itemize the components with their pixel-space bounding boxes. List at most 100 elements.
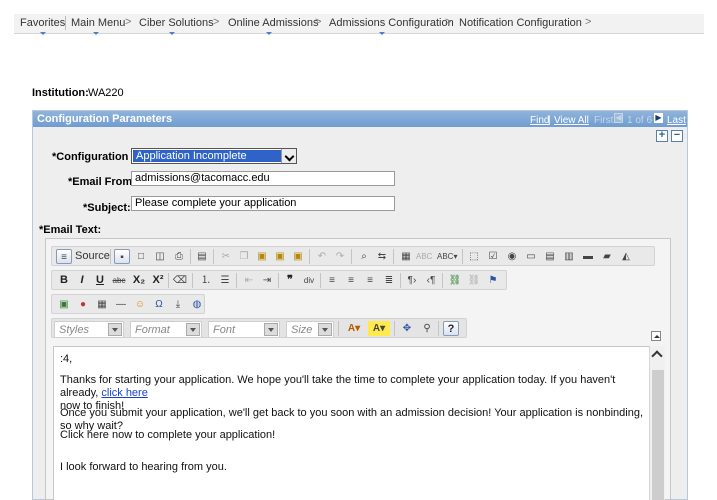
toolbar-divider (309, 249, 310, 264)
subscript-button[interactable]: X₂ (131, 273, 147, 288)
scroll-thumb[interactable] (652, 370, 664, 500)
first-link: First (594, 115, 614, 126)
flash-icon[interactable]: ● (75, 297, 91, 312)
align-right-icon[interactable]: ≡ (362, 273, 378, 288)
indent-icon[interactable]: ⇥ (259, 273, 275, 288)
div-container-icon[interactable]: div (301, 273, 317, 288)
spellcheck-icon[interactable]: ABC▾ (437, 249, 457, 264)
chevron-down-icon[interactable] (318, 323, 332, 336)
source-button[interactable]: Source (75, 250, 110, 262)
maximize-icon[interactable]: ✥ (399, 321, 415, 336)
help-button[interactable]: ? (443, 321, 459, 336)
chevron-down-icon[interactable] (264, 323, 278, 336)
paste-word-icon[interactable]: ▣ (290, 249, 306, 264)
click-here-link[interactable]: click here (101, 387, 147, 399)
templates-icon[interactable]: ▤ (194, 249, 210, 264)
strikethrough-button[interactable]: abc (111, 273, 127, 288)
justify-icon[interactable]: ≣ (381, 273, 397, 288)
cut-icon: ✂ (221, 251, 231, 262)
collapse-toolbar-icon[interactable] (651, 331, 661, 341)
nav-favorites[interactable]: Favorites (20, 17, 65, 35)
bulleted-list-icon[interactable]: ☰ (217, 273, 233, 288)
bold-button[interactable]: B (56, 273, 72, 288)
iframe-icon[interactable]: ◍ (189, 297, 205, 312)
nav-main-menu[interactable]: Main Menu (71, 17, 125, 35)
horizontal-line-icon[interactable]: — (113, 297, 129, 312)
breadcrumb-separator: > (445, 16, 452, 28)
chevron-down-icon[interactable] (186, 323, 200, 336)
form-icon[interactable]: ⬚ (466, 249, 482, 264)
panel-header: Configuration Parameters Find | View All… (33, 111, 687, 127)
font-dropdown[interactable]: Font (208, 321, 280, 338)
format-dropdown[interactable]: Format (130, 321, 202, 338)
background-color-icon[interactable]: A▾ (368, 321, 390, 336)
scroll-up-icon[interactable] (651, 350, 663, 362)
subject-field[interactable]: Please complete your application (131, 196, 395, 211)
font-label: Font (213, 324, 236, 336)
add-row-button[interactable]: + (656, 130, 668, 142)
radio-icon[interactable]: ◉ (504, 249, 520, 264)
italic-button[interactable]: I (74, 273, 90, 288)
align-center-icon[interactable]: ≡ (343, 273, 359, 288)
textarea-icon[interactable]: ▤ (542, 249, 558, 264)
image-icon[interactable]: ▣ (56, 297, 72, 312)
last-link[interactable]: Last (667, 115, 686, 126)
image-button-icon[interactable]: ▰ (599, 249, 615, 264)
select-field-icon[interactable]: ▥ (561, 249, 577, 264)
special-char-button[interactable]: Ω (151, 297, 167, 312)
nav-notification-configuration[interactable]: Notification Configuration (459, 17, 582, 29)
ltr-icon[interactable]: ¶› (404, 273, 420, 288)
nav-admissions-configuration[interactable]: Admissions Configuration (329, 17, 454, 35)
link-icon[interactable]: ⛓ (447, 273, 463, 288)
blockquote-icon[interactable]: ❞ (282, 273, 298, 288)
editor-scrollbar[interactable] (649, 346, 665, 500)
email-from-field[interactable]: admissions@tacomacc.edu (131, 171, 395, 186)
find-icon[interactable]: ⌕ (356, 249, 372, 264)
rtl-icon[interactable]: ‹¶ (423, 273, 439, 288)
save-icon[interactable]: ▪ (114, 249, 130, 264)
preview-icon[interactable]: ◫ (152, 249, 168, 264)
styles-dropdown[interactable]: Styles (54, 321, 124, 338)
source-icon[interactable]: ≡ (56, 249, 72, 264)
smiley-icon[interactable]: ☺ (132, 297, 148, 312)
view-all-link[interactable]: View All (554, 115, 589, 126)
text-color-icon[interactable]: A▾ (343, 321, 365, 336)
textfield-icon[interactable]: ▭ (523, 249, 539, 264)
chevron-down-icon[interactable] (281, 149, 296, 163)
select-all-icon[interactable]: ▦ (398, 249, 414, 264)
underline-button[interactable]: U (92, 273, 108, 288)
delete-row-button[interactable]: − (671, 130, 683, 142)
table-icon[interactable]: ▦ (94, 297, 110, 312)
find-link[interactable]: Find (530, 115, 549, 126)
chevron-down-icon (379, 32, 385, 35)
toolbar-divider (442, 273, 443, 288)
size-dropdown[interactable]: Size (286, 321, 334, 338)
show-blocks-icon[interactable]: ⚲ (419, 321, 435, 336)
paste-text-icon[interactable]: ▣ (272, 249, 288, 264)
next-icon[interactable]: ▶ (654, 113, 663, 123)
configuration-id-select[interactable]: Application Incomplete (131, 148, 297, 164)
toolbar-divider (462, 249, 463, 264)
paste-icon[interactable]: ▣ (254, 249, 270, 264)
align-left-icon[interactable]: ≡ (324, 273, 340, 288)
anchor-flag-icon[interactable]: ⚑ (485, 273, 501, 288)
format-label: Format (135, 324, 170, 336)
superscript-button[interactable]: X² (150, 273, 166, 288)
nav-online-admissions[interactable]: Online Admissions (228, 17, 319, 35)
toolbar-divider (278, 273, 279, 288)
hidden-field-icon[interactable]: ◭ (618, 249, 634, 264)
page-break-icon[interactable]: ⤓ (170, 297, 186, 312)
button-field-icon[interactable]: ▬ (580, 249, 596, 264)
new-page-icon[interactable]: □ (133, 249, 149, 264)
editor-content[interactable]: :4, Thanks for starting your application… (53, 346, 657, 500)
content-line-4: Click here now to complete your applicat… (60, 429, 276, 441)
undo-icon: ↶ (317, 251, 327, 262)
editor-toolbar-row-3: ▣ ● ▦ — ☺ Ω ⤓ ◍ (51, 294, 205, 314)
print-icon[interactable]: ⎙ (171, 249, 187, 264)
replace-icon[interactable]: ⇆ (374, 249, 390, 264)
nav-ciber-solutions[interactable]: Ciber Solutions (139, 17, 214, 35)
checkbox-icon[interactable]: ☑ (485, 249, 501, 264)
numbered-list-icon[interactable]: ⒈ (198, 273, 214, 288)
chevron-down-icon[interactable] (108, 323, 122, 336)
eraser-icon[interactable]: ⌫ (172, 273, 188, 288)
